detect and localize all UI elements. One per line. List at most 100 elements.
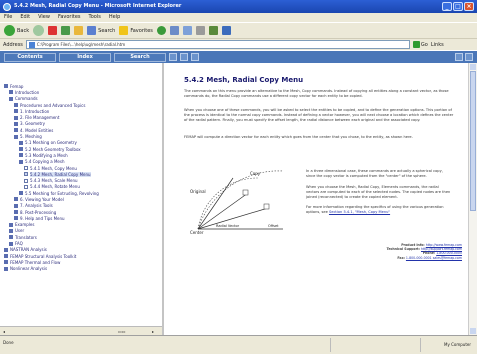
- window-title: 5.4.2 Mesh, Radial Copy Menu - Microsoft…: [14, 3, 182, 9]
- refresh-icon[interactable]: [61, 26, 71, 35]
- content-scrollbar[interactable]: [468, 63, 477, 335]
- toc-item-label: 1. Introduction: [20, 108, 50, 114]
- book-icon: [19, 147, 23, 152]
- toc-item-label: 5.4 Copying a Mesh: [25, 159, 65, 165]
- book-icon: [14, 216, 18, 221]
- toc-item-label: Femap: [10, 83, 24, 89]
- book-icon: [19, 191, 23, 196]
- history-icon[interactable]: [169, 26, 179, 35]
- status-bar: Done My Computer: [0, 335, 477, 354]
- topic-content: 5.4.2 Mesh, Radial Copy Menu The command…: [166, 63, 468, 335]
- toc-item-label: 6. Viewing Your Model: [20, 196, 64, 202]
- toc-item-label: 8. Post-Processing: [20, 209, 57, 215]
- book-icon: [9, 222, 13, 227]
- book-icon: [9, 228, 13, 233]
- links-label[interactable]: Links: [431, 42, 444, 48]
- go-button[interactable]: Go: [412, 41, 428, 48]
- toc-item-label: Examples: [15, 222, 35, 228]
- back-button[interactable]: Back: [4, 25, 29, 36]
- book-icon: [14, 109, 18, 114]
- scroll-left-arrow-icon[interactable]: ◂: [3, 329, 5, 334]
- messenger-icon[interactable]: [221, 26, 231, 35]
- go-label: Go: [420, 41, 428, 48]
- contact-label: Fax:: [397, 255, 405, 260]
- help-icon[interactable]: [465, 53, 473, 61]
- star-icon: [119, 26, 129, 35]
- menu-tools[interactable]: Tools: [89, 13, 101, 22]
- status-divider: [330, 338, 331, 352]
- diagram-original-node: [242, 189, 249, 196]
- book-icon: [9, 235, 13, 240]
- menu-bar: File Edit View Favorites Tools Help: [0, 13, 477, 22]
- search-button[interactable]: Search: [87, 26, 115, 35]
- paragraph-spherical: In a three dimensional case, these comma…: [306, 169, 443, 178]
- book-icon: [14, 128, 18, 133]
- scroll-right-arrow-icon[interactable]: ▸: [152, 329, 154, 334]
- menu-help[interactable]: Help: [109, 13, 120, 22]
- back-arrow-icon: [4, 25, 15, 36]
- contact-value[interactable]: 1-800-000-0001 sales@femap.com: [406, 256, 462, 260]
- sync-icon[interactable]: [169, 53, 177, 61]
- book-icon: [9, 90, 13, 95]
- home-icon[interactable]: [74, 26, 84, 35]
- book-icon: [4, 84, 8, 89]
- tab-index[interactable]: Index: [59, 52, 111, 62]
- print-topic-icon[interactable]: [455, 53, 463, 61]
- scroll-down-arrow-icon[interactable]: [470, 328, 476, 334]
- book-icon: [19, 159, 23, 164]
- search-icon: [87, 26, 97, 35]
- diagram-label-radial-vector: Radial Vector: [216, 224, 240, 228]
- toc-item-label: 5. Meshing: [20, 134, 42, 140]
- next-icon[interactable]: [191, 53, 199, 61]
- book-icon: [19, 153, 23, 158]
- previous-icon[interactable]: [180, 53, 188, 61]
- diagram-label-copy: Copy: [250, 171, 261, 176]
- toc-item-label: 5.4.2 Mesh, Radial Copy Menu: [30, 171, 91, 177]
- toc-item-label: User: [15, 228, 25, 234]
- toc-item-label: 5.3 Modifying a Mesh: [25, 152, 68, 158]
- stop-icon[interactable]: [48, 26, 58, 35]
- diagram-copy-node: [263, 203, 270, 210]
- paragraph-intro: The commands on this menu provide an alt…: [184, 89, 449, 98]
- toc-item-label: Procedures and Advanced Topics: [20, 102, 86, 108]
- forward-button[interactable]: [33, 25, 45, 36]
- contact-line: Fax: 1-800-000-0001 sales@femap.com: [387, 256, 462, 260]
- copy-menu-link[interactable]: Section 5.4.1, "Mesh, Copy Menu": [329, 210, 390, 214]
- toc-item-label: Commands: [15, 96, 38, 102]
- book-icon: [14, 134, 18, 139]
- window-title-bar: 5.4.2 Mesh, Radial Copy Menu - Microsoft…: [0, 0, 477, 13]
- radial-copy-diagram: Copy Original Center Radial Vector Offse…: [190, 170, 284, 235]
- minimize-button[interactable]: _: [442, 2, 452, 11]
- book-icon: [14, 197, 18, 202]
- page-icon: [24, 166, 28, 170]
- address-input[interactable]: C:\Program Files\...\help\ug\mesh\radial…: [25, 40, 410, 49]
- menu-file[interactable]: File: [4, 13, 12, 22]
- forward-arrow-icon: [33, 25, 45, 36]
- sidebar-scrollbar[interactable]: ◂ ▭▭ ▸: [0, 326, 162, 335]
- book-icon: [4, 266, 8, 271]
- internet-explorer-icon: [3, 3, 11, 11]
- edit-icon[interactable]: [208, 26, 218, 35]
- favorites-button[interactable]: Favorites: [119, 26, 153, 35]
- toc-tree: Femap Introduction Commands Procedures and …: [0, 83, 160, 272]
- media-icon[interactable]: [156, 26, 166, 35]
- scroll-up-arrow-icon[interactable]: [470, 64, 476, 70]
- tab-contents[interactable]: Contents: [4, 52, 56, 62]
- mail-icon[interactable]: [182, 26, 192, 35]
- menu-view[interactable]: View: [38, 13, 50, 22]
- close-button[interactable]: ×: [464, 2, 474, 11]
- page-icon: [24, 178, 28, 183]
- contact-label: Technical Support:: [386, 247, 420, 252]
- menu-edit[interactable]: Edit: [20, 13, 30, 22]
- toc-item-label: 4. Model Entities: [20, 127, 54, 133]
- tab-search[interactable]: Search: [114, 52, 166, 62]
- maximize-button[interactable]: □: [453, 2, 463, 11]
- print-icon[interactable]: [195, 26, 205, 35]
- book-icon: [14, 210, 18, 215]
- scroll-thumb[interactable]: ▭▭: [118, 329, 126, 334]
- book-icon: [14, 103, 18, 108]
- toc-item[interactable]: Nonlinear Analysis: [0, 266, 160, 272]
- scroll-thumb[interactable]: [470, 71, 476, 211]
- menu-favorites[interactable]: Favorites: [58, 13, 81, 22]
- book-icon: [14, 203, 18, 208]
